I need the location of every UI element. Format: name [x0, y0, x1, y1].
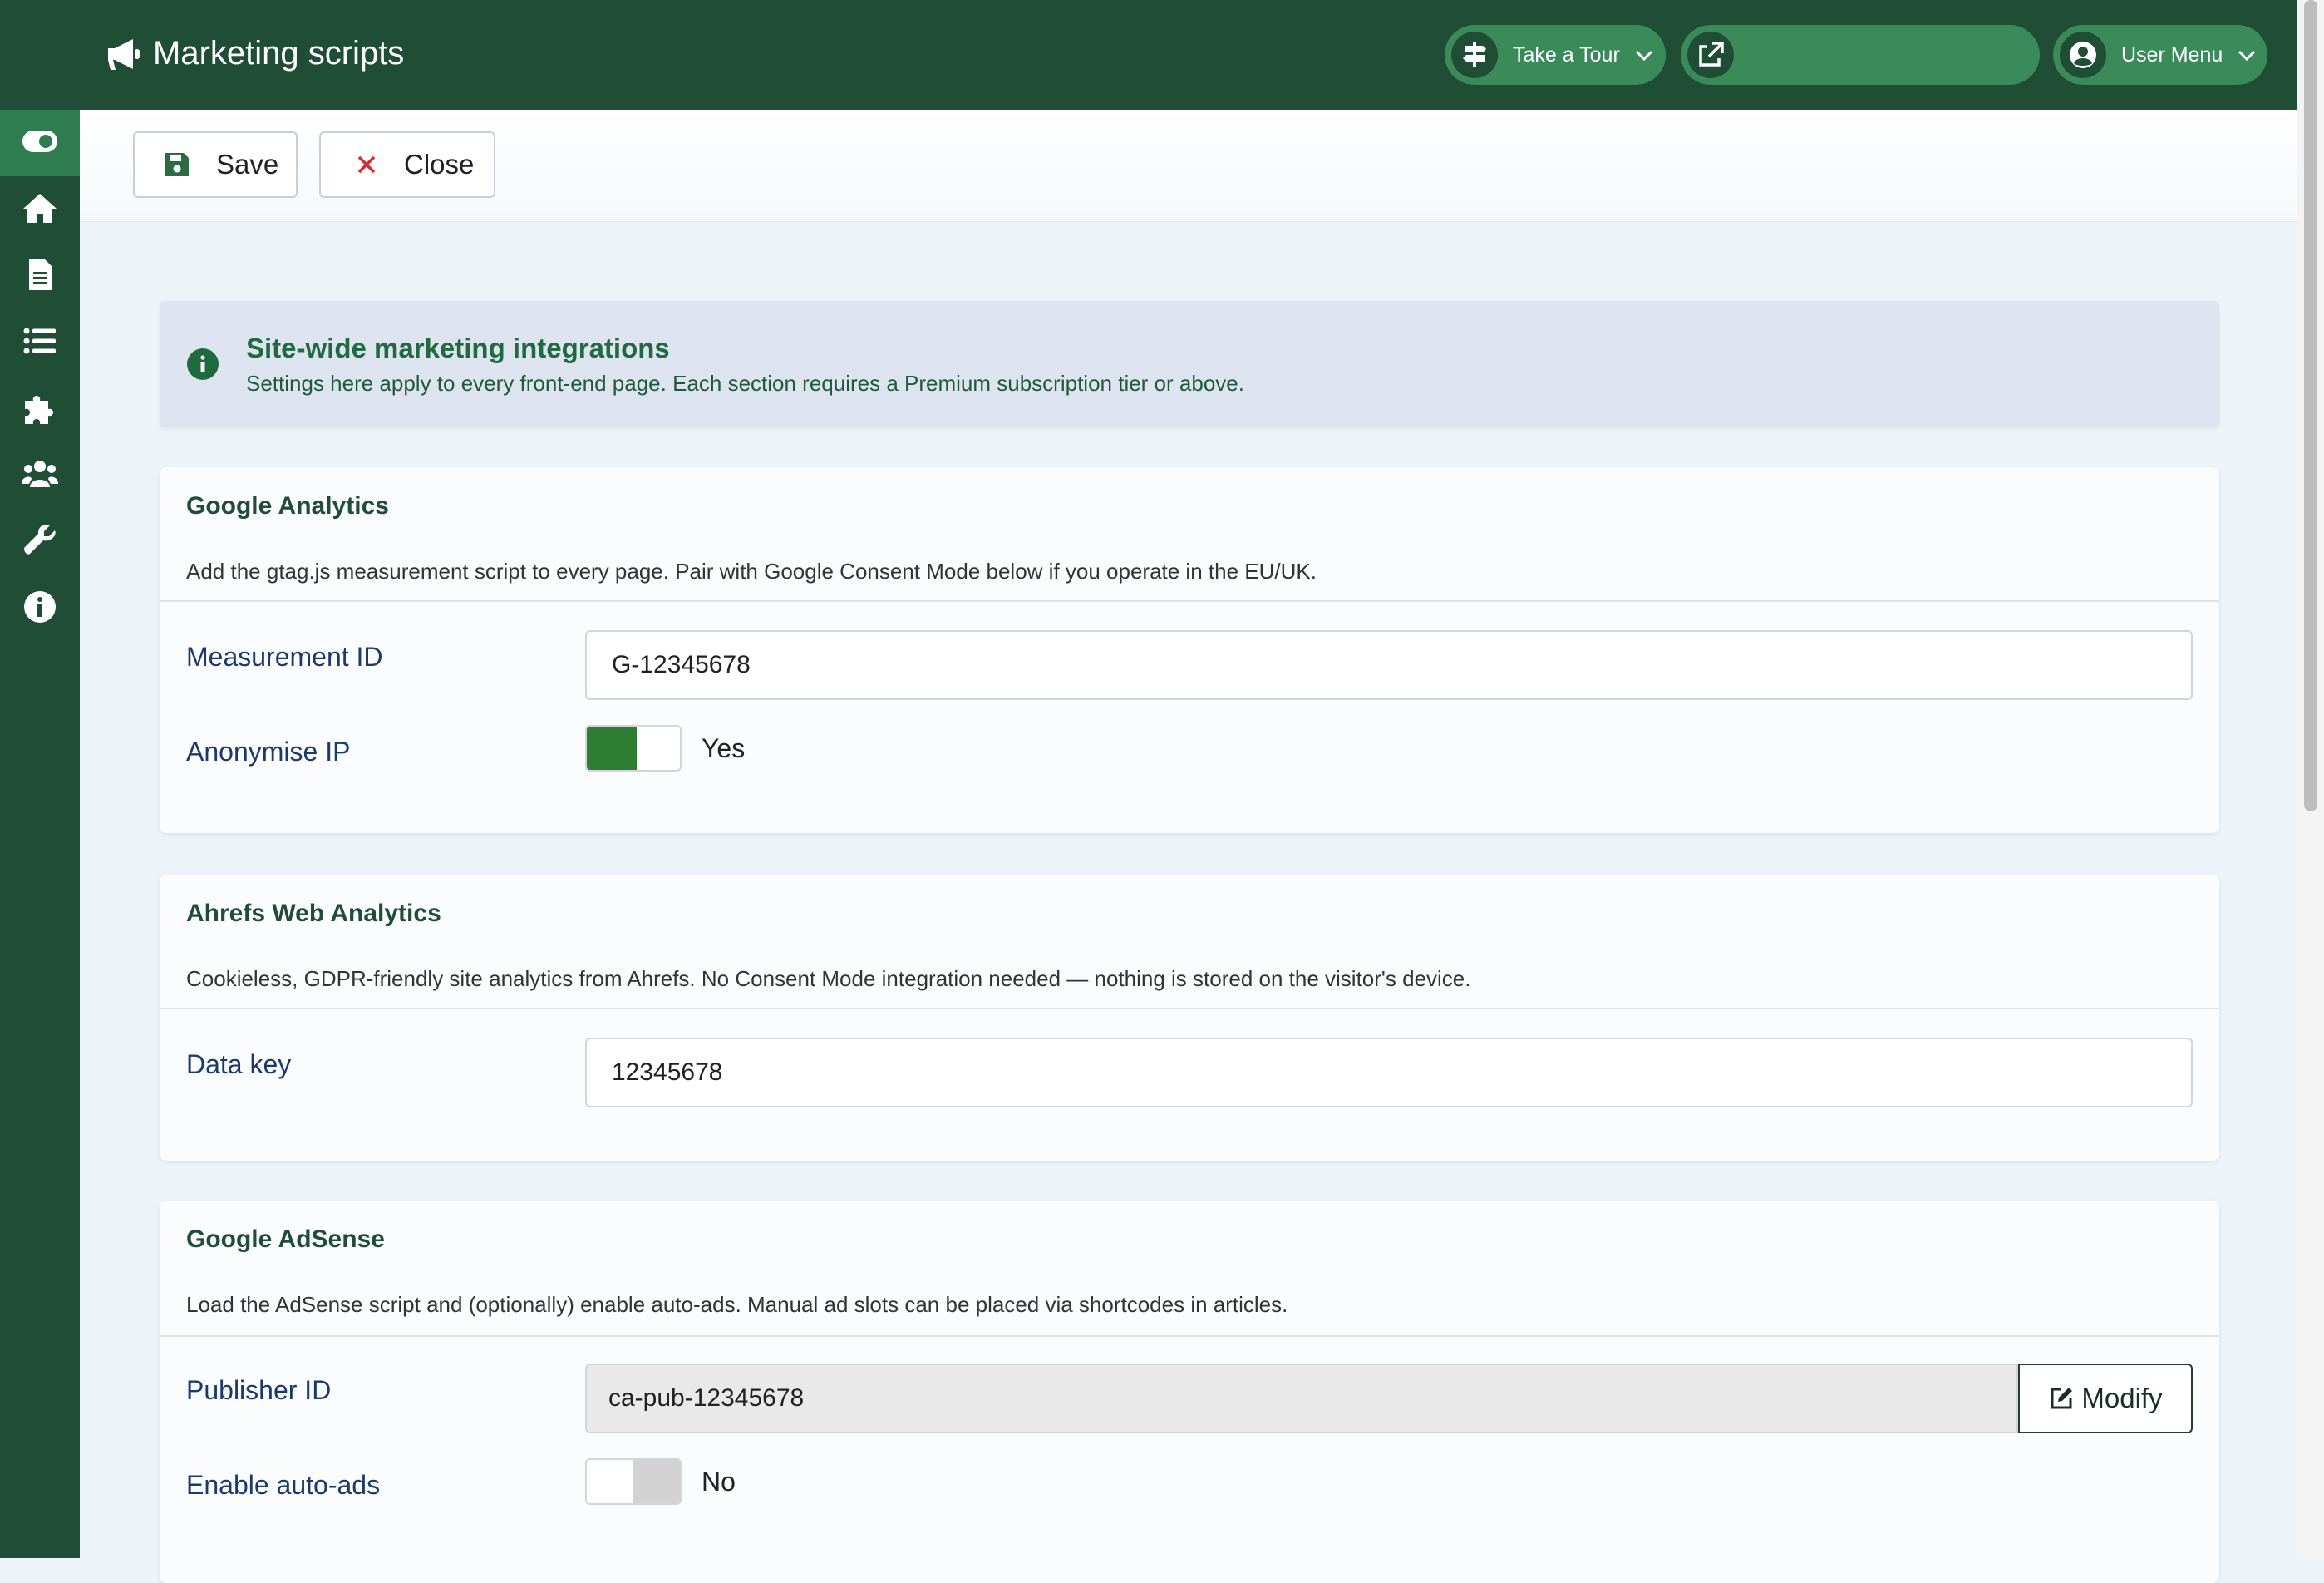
modify-button[interactable]: Modify	[2018, 1364, 2193, 1433]
divider	[160, 600, 2219, 602]
view-site-button[interactable]	[1681, 25, 2040, 85]
list-icon	[22, 323, 58, 363]
alert-text: Settings here apply to every front-end p…	[246, 371, 1244, 396]
card-title: Google AdSense	[186, 1225, 385, 1253]
edit-icon	[2051, 1388, 2073, 1409]
toggle-off-segment	[633, 1460, 680, 1503]
measurement-id-input[interactable]: G-12345678	[585, 630, 2193, 700]
alert-title: Site-wide marketing integrations	[246, 333, 670, 363]
publisher-id-input: ca-pub-12345678	[585, 1364, 2018, 1433]
users-icon	[22, 456, 58, 496]
sidebar-toggle-button[interactable]	[0, 110, 80, 176]
publisher-id-label: Publisher ID	[186, 1375, 332, 1405]
info-icon	[186, 348, 219, 381]
close-button[interactable]: Close	[319, 131, 495, 198]
sidebar-item-menus[interactable]	[0, 309, 80, 376]
card-description: Add the gtag.js measurement script to ev…	[186, 559, 1317, 584]
info-alert: Site-wide marketing integrations Setting…	[160, 301, 2219, 427]
save-label: Save	[216, 149, 279, 180]
divider	[160, 1335, 2219, 1337]
chevron-down-icon	[1633, 44, 1655, 66]
card-title: Google Analytics	[186, 492, 389, 520]
signpost-icon	[1451, 32, 1498, 78]
sidebar-item-users[interactable]	[0, 442, 80, 509]
toggle-on-segment	[587, 727, 637, 770]
wrench-icon	[22, 522, 58, 563]
measurement-id-label: Measurement ID	[186, 642, 383, 672]
top-header: Marketing scripts Take a Tour User Menu	[80, 0, 2297, 110]
user-menu-button[interactable]: User Menu	[2053, 25, 2267, 85]
card-description: Load the AdSense script and (optionally)…	[186, 1292, 1288, 1317]
home-icon	[22, 190, 58, 230]
sidebar-item-help[interactable]	[0, 575, 80, 642]
action-toolbar: Save Close	[80, 110, 2297, 222]
modify-label: Modify	[2081, 1383, 2163, 1413]
take-a-tour-label: Take a Tour	[1513, 42, 1620, 67]
anonymise-ip-label: Anonymise IP	[186, 737, 351, 767]
scrollbar-thumb[interactable]	[2304, 0, 2317, 811]
close-label: Close	[404, 149, 475, 180]
card-title: Ahrefs Web Analytics	[186, 900, 441, 927]
user-menu-label: User Menu	[2121, 42, 2223, 67]
toggle-icon	[22, 123, 58, 164]
data-key-input[interactable]: 12345678	[585, 1038, 2193, 1107]
google-analytics-card: Google Analytics Add the gtag.js measure…	[160, 467, 2219, 833]
puzzle-icon	[22, 389, 58, 430]
chevron-down-icon	[2236, 44, 2258, 66]
anonymise-ip-toggle[interactable]	[585, 725, 682, 772]
google-adsense-card: Google AdSense Load the AdSense script a…	[160, 1201, 2219, 1583]
sidebar	[0, 0, 80, 1558]
document-icon	[22, 256, 58, 297]
user-circle-icon	[2060, 32, 2106, 78]
page-scrollbar[interactable]	[2297, 0, 2324, 1558]
sidebar-item-system[interactable]	[0, 509, 80, 575]
data-key-label: Data key	[186, 1049, 292, 1079]
external-link-icon	[1687, 32, 1734, 78]
sidebar-item-components[interactable]	[0, 376, 80, 442]
megaphone-icon	[105, 35, 143, 73]
save-icon	[163, 150, 191, 179]
take-a-tour-button[interactable]: Take a Tour	[1445, 25, 1666, 85]
close-icon	[352, 150, 381, 179]
card-description: Cookieless, GDPR-friendly site analytics…	[186, 966, 1471, 991]
auto-ads-toggle[interactable]	[585, 1458, 682, 1505]
anonymise-ip-value: Yes	[702, 733, 746, 763]
save-button[interactable]: Save	[133, 131, 298, 198]
auto-ads-value: No	[702, 1467, 736, 1497]
divider	[160, 1008, 2219, 1009]
sidebar-item-content[interactable]	[0, 243, 80, 309]
sidebar-item-home[interactable]	[0, 176, 80, 243]
ahrefs-card: Ahrefs Web Analytics Cookieless, GDPR-fr…	[160, 875, 2219, 1161]
page-title: Marketing scripts	[153, 35, 405, 72]
auto-ads-label: Enable auto-ads	[186, 1470, 381, 1500]
info-icon	[22, 589, 58, 629]
